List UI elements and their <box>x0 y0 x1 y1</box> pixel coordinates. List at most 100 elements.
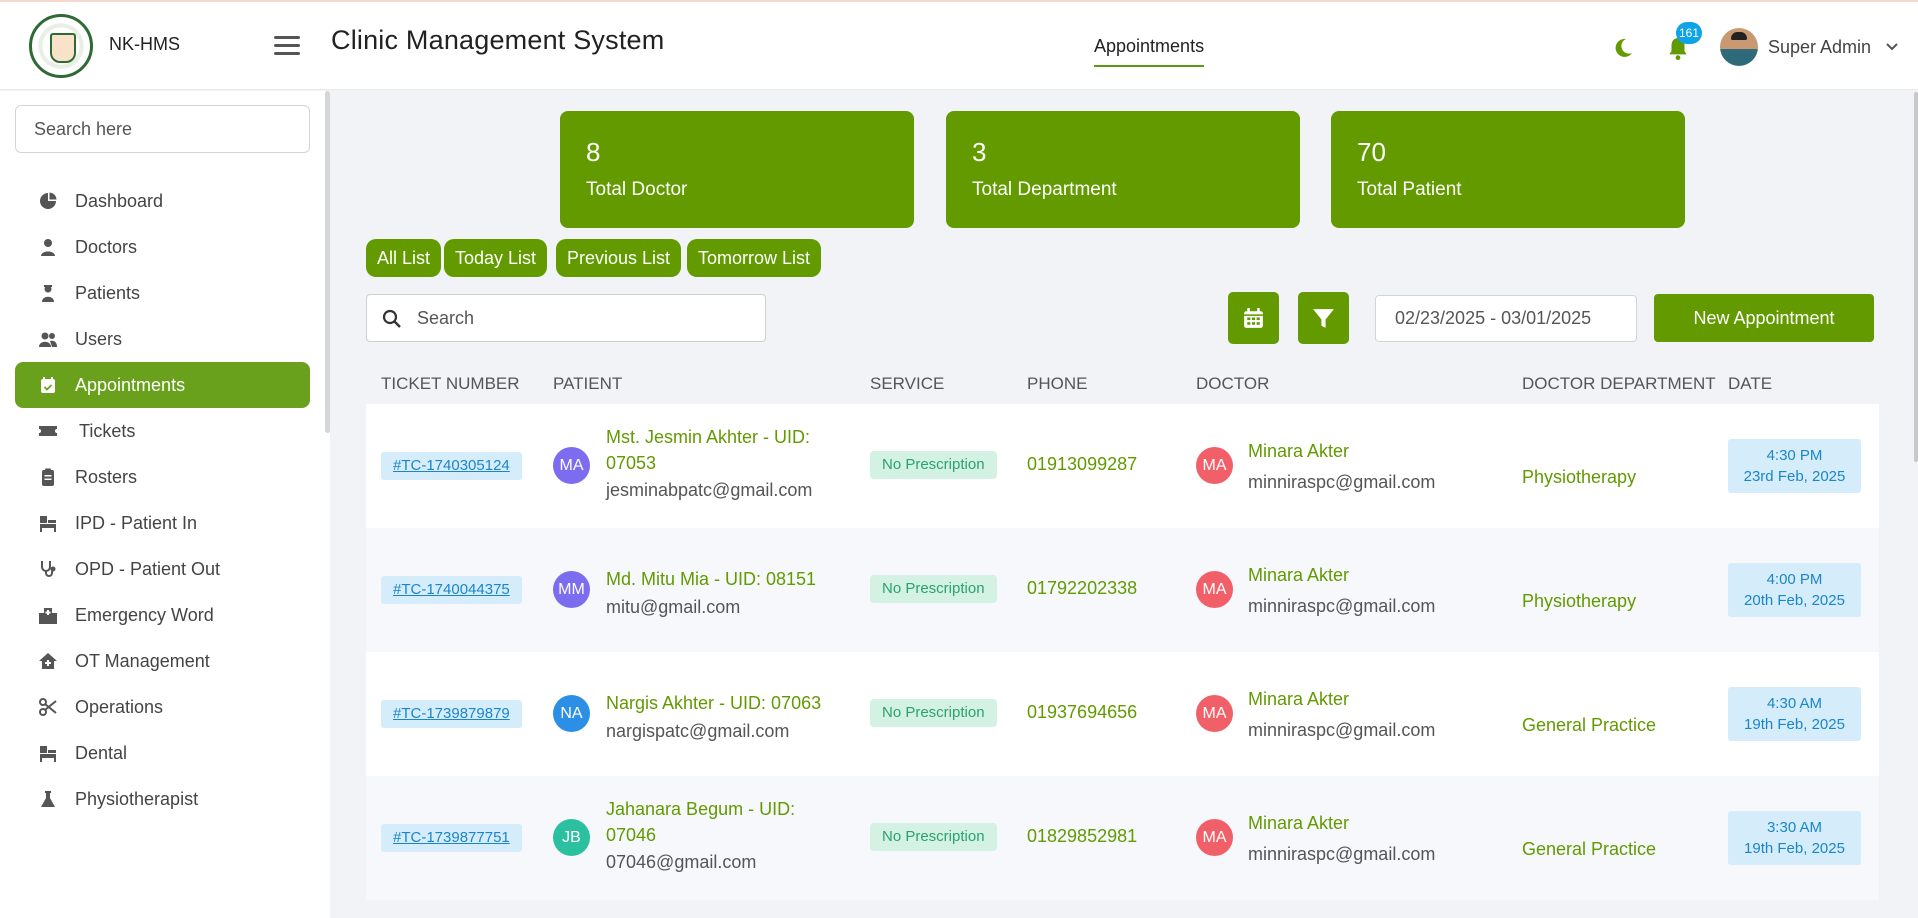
filter-previous-list-button[interactable]: Previous List <box>556 239 682 277</box>
doctor-email: minniraspc@gmail.com <box>1248 844 1436 864</box>
doctor-name[interactable]: Minara Akter <box>1248 813 1349 834</box>
doctor-name[interactable]: Minara Akter <box>1248 565 1349 586</box>
stat-label: Total Doctor <box>586 179 688 200</box>
hospital-logo[interactable] <box>29 14 93 78</box>
page-scrollbar[interactable] <box>1914 92 1918 462</box>
table-search-input[interactable] <box>417 303 747 333</box>
doctor-name[interactable]: Minara Akter <box>1248 441 1349 462</box>
top-header: NK-HMS Clinic Management System Appointm… <box>0 2 1918 90</box>
new-appointment-button[interactable]: New Appointment <box>1654 294 1874 342</box>
sidebar-item-label: Doctors <box>75 236 138 257</box>
user-name[interactable]: Super Admin <box>1768 37 1871 58</box>
sidebar-item-users[interactable]: Users <box>15 316 310 362</box>
ticket-link[interactable]: #TC-1739877751 <box>381 824 522 852</box>
table-row[interactable]: #TC-1739877751 JB Jahanara Begum - UID: 07… <box>366 776 1879 900</box>
patient-email: mitu@gmail.com <box>606 597 741 617</box>
patient-name[interactable]: Nargis Akhter - UID: 07063 <box>606 690 846 716</box>
filter-all-list-button[interactable]: All List <box>366 239 442 277</box>
department-name: General Practice <box>1522 839 1657 859</box>
sidebar-scrollbar[interactable] <box>325 91 330 433</box>
patient-name[interactable]: Mst. Jesmin Akhter - UID: 07053 <box>606 424 846 476</box>
sidebar-item-tickets[interactable]: Tickets <box>15 408 310 454</box>
sidebar-item-label: Dashboard <box>75 190 164 211</box>
department-name: Physiotherapy <box>1522 467 1637 487</box>
search-icon <box>382 309 402 329</box>
phone-number: 01913099287 <box>1027 454 1138 474</box>
doctor-email: minniraspc@gmail.com <box>1248 596 1436 616</box>
sidebar-item-dental[interactable]: Dental <box>15 730 310 776</box>
filter-button[interactable] <box>1298 292 1349 344</box>
sidebar-item-patients[interactable]: Patients <box>15 270 310 316</box>
sidebar-item-label: Operations <box>75 696 164 717</box>
ticket-link[interactable]: #TC-1740305124 <box>381 452 522 480</box>
sidebar-item-doctors[interactable]: Doctors <box>15 224 310 270</box>
patient-icon <box>39 284 57 302</box>
table-row[interactable]: #TC-1739879879 NA Nargis Akhter - UID: 070… <box>366 652 1879 776</box>
bed-icon <box>39 514 57 532</box>
patient-name[interactable]: Jahanara Begum - UID: 07046 <box>606 796 846 848</box>
calendar-check-icon <box>39 376 57 394</box>
date-range-input[interactable]: 02/23/2025 - 03/01/2025 <box>1375 295 1637 342</box>
table-row[interactable]: #TC-1740044375 MM Md. Mitu Mia - UID: 0815… <box>366 528 1879 652</box>
sidebar-nav: Dashboard Doctors Patients Users Appointment… <box>15 178 310 822</box>
service-badge: No Prescription <box>870 451 997 479</box>
column-header-phone[interactable]: PHONE <box>1027 374 1087 394</box>
column-header-doctor[interactable]: DOCTOR <box>1196 374 1269 394</box>
sidebar-item-appointments[interactable]: Appointments <box>15 362 310 408</box>
users-icon <box>39 330 57 348</box>
chevron-down-icon[interactable] <box>1885 40 1899 54</box>
ticket-link[interactable]: #TC-1739879879 <box>381 700 522 728</box>
column-header-department[interactable]: DOCTOR DEPARTMENT <box>1522 374 1716 394</box>
sidebar-item-label: Appointments <box>75 374 186 395</box>
service-badge: No Prescription <box>870 699 997 727</box>
patient-name[interactable]: Md. Mitu Mia - UID: 08151 <box>606 566 846 592</box>
sidebar-item-ot-management[interactable]: OT Management <box>15 638 310 684</box>
doctor-email: minniraspc@gmail.com <box>1248 720 1436 740</box>
table-header: TICKET NUMBER PATIENT SERVICE PHONE DOCT… <box>366 364 1879 404</box>
sidebar-item-label: Patients <box>75 282 141 303</box>
appointment-date: 19th Feb, 2025 <box>1744 840 1845 857</box>
department-name: Physiotherapy <box>1522 591 1637 611</box>
sidebar-item-rosters[interactable]: Rosters <box>15 454 310 500</box>
doctor-avatar: MA <box>1196 447 1233 484</box>
calendar-icon <box>1244 308 1263 328</box>
column-header-patient[interactable]: PATIENT <box>553 374 622 394</box>
sidebar-item-label: OT Management <box>75 650 210 671</box>
phone-number: 01792202338 <box>1027 578 1138 598</box>
sidebar-item-operations[interactable]: Operations <box>15 684 310 730</box>
doctor-name[interactable]: Minara Akter <box>1248 689 1349 710</box>
sidebar-item-label: Dental <box>75 742 128 763</box>
notification-count-badge: 161 <box>1676 22 1703 44</box>
filter-tomorrow-list-button[interactable]: Tomorrow List <box>687 239 822 277</box>
sidebar-item-opd-patient-out[interactable]: OPD - Patient Out <box>15 546 310 592</box>
appointment-date-badge: 4:30 PM 23rd Feb, 2025 <box>1728 439 1861 493</box>
patient-avatar: NA <box>553 695 590 732</box>
sidebar-item-physiotherapist[interactable]: Physiotherapist <box>15 776 310 822</box>
stat-label: Total Department <box>972 179 1117 200</box>
calendar-button[interactable] <box>1228 292 1279 344</box>
hospital-icon <box>39 606 57 624</box>
sidebar-item-label: Rosters <box>75 466 138 487</box>
patient-email: nargispatc@gmail.com <box>606 721 790 741</box>
user-avatar[interactable] <box>1720 28 1758 66</box>
filter-today-list-button[interactable]: Today List <box>444 239 548 277</box>
sidebar-item-label: IPD - Patient In <box>75 512 198 533</box>
sidebar-item-emergency-word[interactable]: Emergency Word <box>15 592 310 638</box>
tab-appointments[interactable]: Appointments <box>1094 36 1205 67</box>
clipboard-icon <box>39 468 57 486</box>
column-header-service[interactable]: SERVICE <box>870 374 944 394</box>
column-header-ticket[interactable]: TICKET NUMBER <box>381 374 520 394</box>
appointment-time: 4:00 PM <box>1766 571 1823 588</box>
sidebar-item-label: OPD - Patient Out <box>75 558 221 579</box>
sidebar-item-dashboard[interactable]: Dashboard <box>15 178 310 224</box>
ticket-link[interactable]: #TC-1740044375 <box>381 576 522 604</box>
stat-card-total-patient: 70 Total Patient <box>1331 111 1685 228</box>
service-badge: No Prescription <box>870 823 997 851</box>
sidebar-item-ipd-patient-in[interactable]: IPD - Patient In <box>15 500 310 546</box>
table-row[interactable]: #TC-1740305124 MA Mst. Jesmin Akhter - UID… <box>366 404 1879 528</box>
hamburger-menu-icon[interactable] <box>274 36 300 56</box>
dark-mode-moon-icon[interactable] <box>1611 36 1635 60</box>
column-header-date[interactable]: DATE <box>1728 374 1772 394</box>
table-search-box <box>366 294 766 342</box>
sidebar-search-input[interactable] <box>15 105 310 153</box>
